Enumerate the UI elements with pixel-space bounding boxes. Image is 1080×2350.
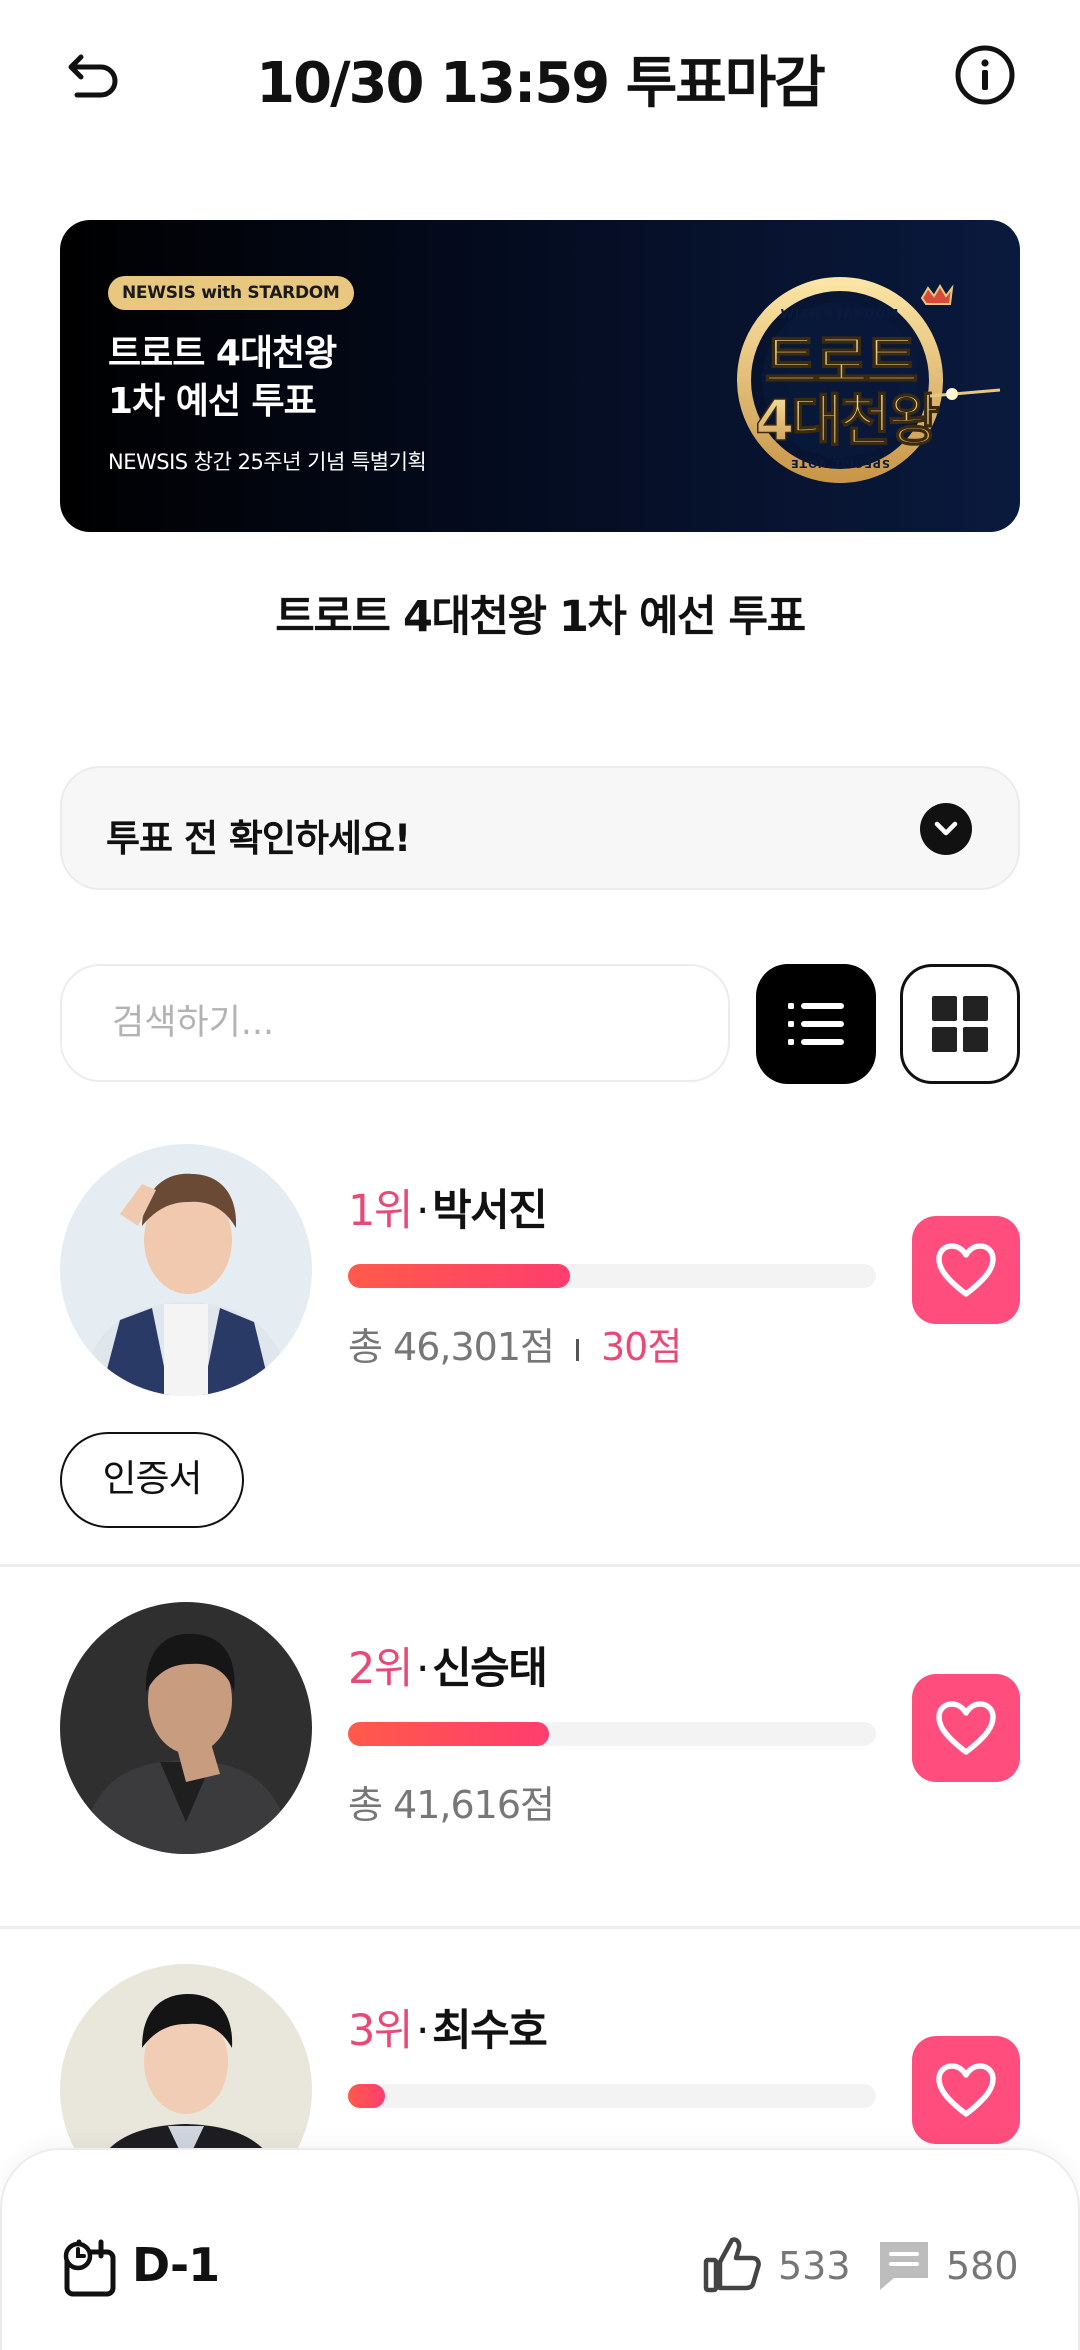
trot-four-kings-logo: WITH STARDOM 트로트 4대천왕 SPECIAL VOTE [737,277,1001,483]
heart-icon [936,2063,996,2117]
logo-ring-top: WITH STARDOM [781,307,900,321]
thumbs-up-icon[interactable] [702,2234,762,2294]
comment-count: 580 [946,2244,1019,2288]
vote-progress-track [348,2084,876,2108]
rank-label: 3위 [348,2006,413,2056]
vote-progress-fill [348,1264,570,1288]
list-view-button[interactable] [756,964,876,1084]
divider [0,1926,1080,1929]
bottom-bar: D-1 533 580 [0,2148,1080,2350]
banner-tag: NEWSIS with STARDOM [108,276,354,310]
rank-label: 1위 [348,1186,413,1236]
separator-dot: · [415,1186,430,1236]
like-count: 533 [778,2244,851,2288]
candidate-name: 최수호 [432,2006,548,2056]
candidate-name: 박서진 [432,1186,548,1236]
poll-title: 트로트 4대천왕 1차 예선 투표 [275,592,806,642]
page-title: 10/30 13:59 투표마감 [256,51,826,116]
rank-line: 1위·박서진 [348,1176,548,1238]
d-day-label: D-1 [132,2238,220,2292]
candidate-photo[interactable] [60,1144,312,1396]
vote-progress-track [348,1264,876,1288]
total-score: 총 41,616점 [348,1783,555,1827]
grid-icon [932,996,988,1052]
event-banner[interactable]: NEWSIS with STARDOM 트로트 4대천왕 1차 예선 투표 NE… [60,220,1020,532]
vote-heart-button[interactable] [912,2036,1020,2144]
top-app-bar: 10/30 13:59 투표마감 [0,0,1080,150]
separator-dot: · [415,1644,430,1694]
score-line: 총 41,616점 [348,1774,555,1829]
heart-icon [936,1243,996,1297]
logo-line-2: 4대천왕 [755,389,939,454]
info-button[interactable] [950,40,1020,110]
logo-line-1: 트로트 [764,328,917,396]
candidate-photo[interactable] [60,1602,312,1854]
vote-progress-track [348,1722,876,1746]
separator-dot: · [415,2006,430,2056]
score-separator [575,1338,579,1361]
vote-progress-fill [348,1722,549,1746]
candidate-name: 신승태 [432,1644,548,1694]
banner-subtitle: NEWSIS 창간 25주년 기념 특별기획 [108,450,427,474]
vote-progress-fill [348,2084,385,2108]
rank-label: 2위 [348,1644,413,1694]
my-score: 30점 [600,1325,682,1369]
notice-label: 투표 전 확인하세요! [106,817,411,860]
back-button[interactable] [60,40,130,110]
undo-arrow-icon [68,54,118,98]
divider [0,1564,1080,1567]
rank-line: 3위·최수호 [348,1996,548,2058]
banner-title: 트로트 4대천왕 1차 예선 투표 [108,333,337,422]
vote-heart-button[interactable] [912,1216,1020,1324]
rank-line: 2위·신승태 [348,1634,548,1696]
notice-accordion[interactable]: 투표 전 확인하세요! [60,766,1020,890]
list-icon [788,1003,844,1045]
grid-view-button[interactable] [900,964,1020,1084]
heart-icon [936,1701,996,1755]
vote-heart-button[interactable] [912,1674,1020,1782]
search-input[interactable] [60,964,730,1082]
info-circle-icon [955,45,1015,105]
chevron-down-icon [920,803,972,855]
certificate-button[interactable]: 인증서 [60,1432,244,1528]
logo-ring-bottom: SPECIAL VOTE [790,457,890,470]
score-line: 총 46,301점 30점 [348,1316,682,1371]
calendar-clock-icon [63,2239,116,2297]
total-score: 총 46,301점 [348,1325,555,1369]
comment-icon[interactable] [876,2238,932,2294]
